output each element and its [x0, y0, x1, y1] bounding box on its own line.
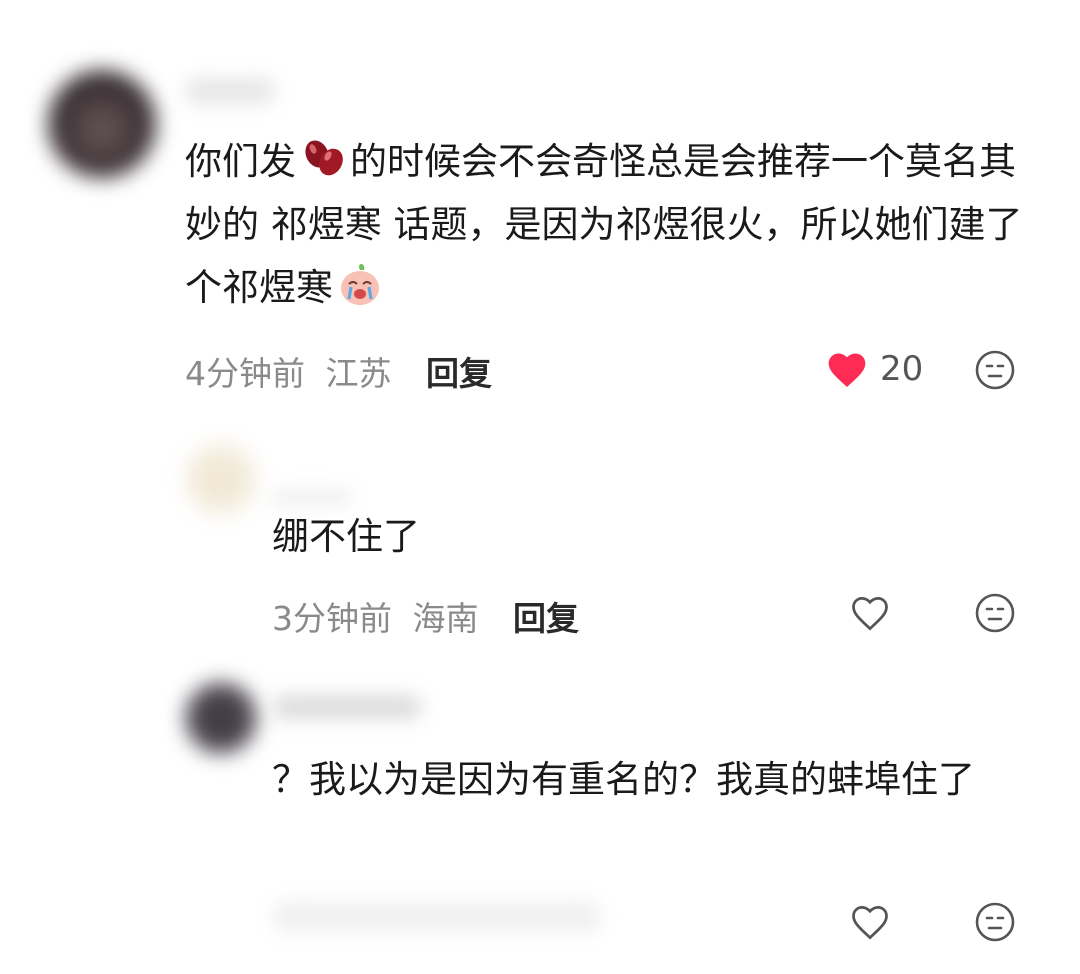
avatar[interactable]	[185, 682, 257, 754]
dislike-button[interactable]	[974, 349, 1016, 391]
heart-filled-icon	[828, 353, 866, 388]
like-button[interactable]	[848, 900, 892, 944]
meh-face-icon	[975, 593, 1015, 633]
username-blurred[interactable]	[272, 490, 352, 504]
comment-text: 你们发 的时候会不会奇怪总是会推荐一个莫名其妙的 祁煜寒 话题，是因为祁煜很火，…	[185, 130, 1045, 319]
comment-text-part-1: 你们发	[185, 140, 296, 183]
comment-location: 海南	[412, 599, 479, 638]
like-button[interactable]	[825, 348, 869, 392]
username-blurred[interactable]	[185, 78, 275, 104]
comment-time: 4分钟前	[185, 354, 305, 393]
dislike-button[interactable]	[974, 901, 1016, 943]
meta-blurred	[272, 902, 602, 932]
meh-face-icon	[975, 350, 1015, 390]
meh-face-icon	[975, 902, 1015, 942]
comment-location: 江苏	[325, 354, 392, 393]
comment-time: 3分钟前	[272, 599, 392, 638]
comment-text: ？我以为是因为有重名的？我真的蚌埠住了	[272, 758, 975, 801]
heart-outline-icon	[852, 596, 888, 631]
avatar[interactable]	[48, 70, 156, 178]
comment-text: 绷不住了	[272, 515, 420, 558]
like-count: 20	[880, 349, 924, 389]
reply-button[interactable]: 回复	[426, 354, 492, 393]
avatar[interactable]	[185, 443, 257, 515]
like-button[interactable]	[848, 591, 892, 635]
reply-button[interactable]: 回复	[513, 599, 579, 638]
crying-peach-emoji	[341, 264, 379, 305]
heart-outline-icon	[852, 905, 888, 940]
dislike-button[interactable]	[974, 592, 1016, 634]
comment-meta: 3分钟前 海南 回复	[272, 592, 579, 640]
comment-meta: 4分钟前 江苏 回复	[185, 347, 492, 395]
username-blurred[interactable]	[272, 695, 422, 719]
red-beans-emoji	[305, 140, 343, 176]
